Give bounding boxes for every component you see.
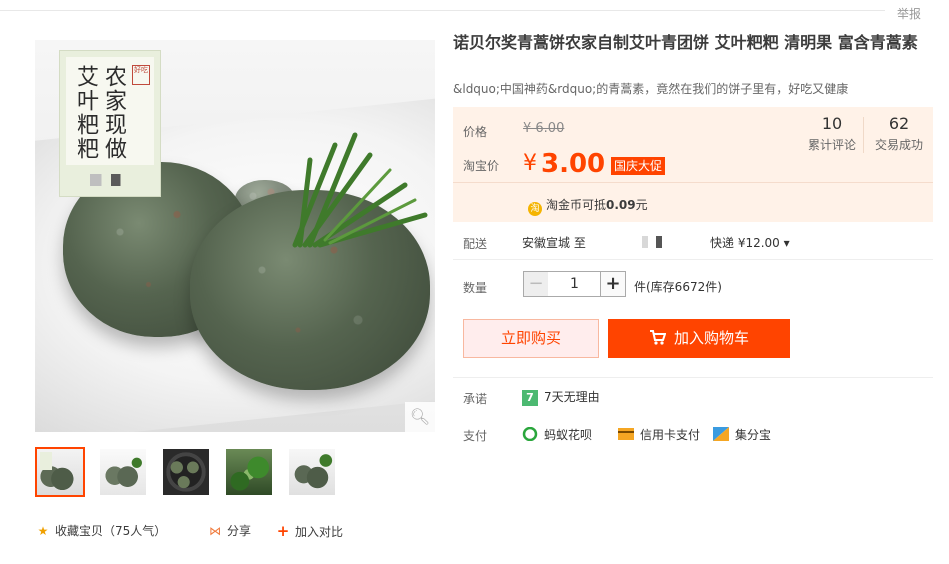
main-product-image[interactable]: 艾叶粑粑 农家现做 好吃 [35, 40, 435, 432]
coin-deduction: 淘淘金币可抵0.09元 [528, 196, 648, 216]
taobao-price-label: 淘宝价 [463, 159, 500, 173]
shipping-destination-select[interactable] [592, 236, 692, 248]
current-price: 3.00 [541, 149, 606, 179]
stock-info: 件(库存6672件) [634, 280, 722, 294]
seal-stamp: 好吃 [132, 65, 150, 85]
payment-jifenbao[interactable]: 集分宝 [713, 426, 771, 443]
huabei-label: 蚂蚁花呗 [544, 428, 593, 442]
cart-icon [649, 330, 667, 345]
promise-label: 承诺 [463, 392, 488, 406]
sales-count: 62 [888, 114, 910, 133]
divider [453, 259, 933, 260]
compare-button[interactable]: + 加入对比 [275, 522, 343, 540]
payment-label: 支付 [463, 429, 488, 443]
product-page: 举报 艾叶粑粑 农家现做 好吃 🔍︎ ★ 收藏宝贝（75人气） ⋈ 分享 + 加… [0, 0, 949, 564]
original-price: ¥ 6.00 [523, 121, 565, 136]
taobao-coin-icon: 淘 [528, 202, 542, 216]
price-box: 价格 ¥ 6.00 淘宝价 ¥ 3.00 国庆大促 10 累计评论 62 交易成… [453, 107, 933, 222]
thumb-1[interactable] [35, 447, 85, 497]
product-title: 诺贝尔奖青蒿饼农家自制艾叶青团饼 艾叶粑粑 清明果 富含青蒿素 [453, 33, 918, 52]
favorite-label: 收藏宝贝（75人气） [55, 524, 167, 538]
thumb-4[interactable] [224, 447, 274, 497]
stat-divider [863, 117, 864, 153]
thumb-5[interactable] [287, 447, 337, 497]
divider [453, 377, 933, 378]
shipping-fee-select[interactable]: 快递 ¥12.00 ▾ [710, 234, 790, 251]
herb-graphic [292, 132, 428, 248]
label-text-1: 艾叶粑粑 [73, 65, 98, 161]
seven-day-icon: 7 [522, 390, 538, 406]
blurred-text [90, 174, 128, 186]
share-label: 分享 [227, 524, 252, 538]
sales-label: 交易成功 [874, 138, 923, 152]
quantity-input[interactable] [548, 271, 601, 297]
shipping-label: 配送 [463, 237, 488, 251]
reviews-count: 10 [821, 114, 843, 133]
thumb-3[interactable] [161, 447, 211, 497]
jifenbao-label: 集分宝 [735, 428, 772, 442]
favorite-button[interactable]: ★ 收藏宝贝（75人气） [35, 522, 167, 539]
currency-symbol: ¥ [523, 151, 537, 176]
report-link[interactable]: 举报 [897, 5, 921, 22]
add-to-cart-button[interactable]: 加入购物车 [608, 319, 790, 358]
quantity-decrease-button[interactable]: − [523, 271, 549, 297]
add-to-cart-label: 加入购物车 [673, 329, 749, 347]
jifenbao-icon [713, 427, 729, 441]
coin-unit: 元 [635, 198, 648, 212]
star-icon: ★ [37, 524, 49, 538]
plus-icon: + [276, 522, 290, 540]
coin-text: 淘金币可抵 [546, 198, 607, 212]
share-button[interactable]: ⋈ 分享 [207, 522, 251, 539]
label-text-2: 农家现做 [101, 65, 126, 161]
product-subtitle: &ldquo;中国神药&rdquo;的青蒿素，竟然在我们的饼子里有，好吃又健康 [453, 82, 849, 96]
promo-badge: 国庆大促 [611, 157, 666, 175]
shipping-origin: 安徽宣城 至 [522, 236, 586, 250]
compare-label: 加入对比 [295, 525, 344, 539]
reviews-label: 累计评论 [807, 138, 856, 152]
buy-now-button[interactable]: 立即购买 [463, 319, 599, 358]
thumb-2[interactable] [98, 447, 148, 497]
label-inner: 艾叶粑粑 农家现做 好吃 [66, 57, 154, 165]
magnifier-icon[interactable]: 🔍︎ [405, 402, 435, 432]
price-label: 价格 [463, 125, 488, 139]
quantity-label: 数量 [463, 281, 488, 295]
promise-text: 7天无理由 [544, 390, 600, 404]
huabei-icon [522, 427, 538, 441]
promise-item[interactable]: 7 7天无理由 [522, 388, 600, 406]
payment-huabei[interactable]: 蚂蚁花呗 [522, 426, 592, 443]
reviews-stat[interactable]: 10 累计评论 [802, 114, 862, 153]
coin-amount: 0.09 [606, 198, 636, 212]
top-divider [0, 10, 885, 11]
sales-stat: 62 交易成功 [869, 114, 929, 153]
credit-card-label: 信用卡支付 [640, 428, 701, 442]
coin-divider [453, 182, 933, 183]
payment-credit-card[interactable]: 信用卡支付 [618, 426, 700, 443]
product-label-card: 艾叶粑粑 农家现做 好吃 [59, 50, 161, 197]
quantity-increase-button[interactable]: + [600, 271, 626, 297]
share-icon: ⋈ [209, 524, 221, 538]
credit-card-icon [618, 428, 634, 440]
